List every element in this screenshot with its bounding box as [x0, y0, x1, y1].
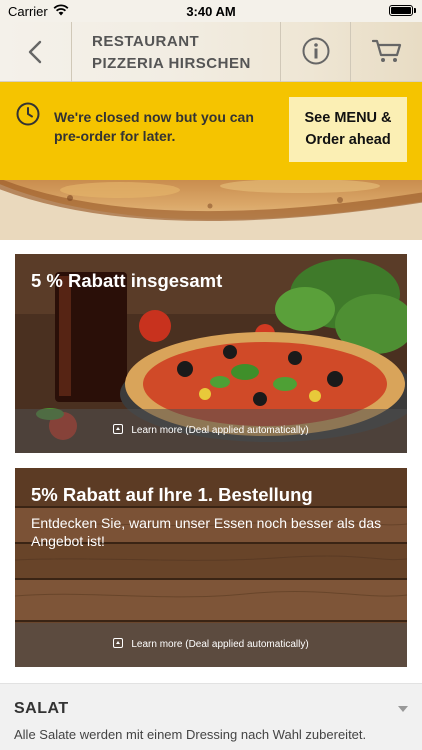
info-icon [302, 37, 330, 65]
category-description: Alle Salate werden mit einem Dressing na… [14, 727, 367, 742]
restaurant-name: RESTAURANT PIZZERIA HIRSCHEN [92, 31, 251, 75]
back-button[interactable] [0, 22, 72, 82]
cart-button[interactable] [350, 22, 422, 82]
category-salat[interactable]: SALAT Alle Salate werden mit einem Dress… [0, 683, 422, 750]
chevron-left-icon [28, 40, 42, 64]
restaurant-name-line1: RESTAURANT [92, 33, 200, 50]
deal-title: 5 % Rabatt insgesamt [31, 270, 223, 291]
clock-time: 3:40 AM [186, 4, 236, 19]
status-bar: Carrier 3:40 AM [0, 0, 422, 22]
expand-up-icon [113, 424, 124, 434]
order-button-line1: See MENU & [304, 110, 392, 126]
restaurant-name-line2: PIZZERIA HIRSCHEN [92, 55, 251, 72]
order-button-line2: Order ahead [305, 132, 391, 148]
battery-icon [389, 5, 413, 16]
learn-more-label: Learn more (Deal applied automatically) [131, 425, 309, 436]
learn-more-label: Learn more (Deal applied automatically) [131, 639, 309, 650]
learn-more-bar[interactable]: Learn more (Deal applied automatically) [15, 409, 407, 453]
deal-card[interactable]: 5 % Rabatt insgesamt Learn more (Deal ap… [15, 254, 407, 453]
cart-icon [372, 39, 402, 62]
category-title: SALAT [14, 700, 69, 717]
app-header: RESTAURANT PIZZERIA HIRSCHEN [0, 22, 422, 82]
closed-banner: We're closed now but you can pre-order f… [0, 82, 422, 180]
hero-pizza-image [0, 180, 422, 240]
deal-subtitle: Entdecken Sie, warum unser Essen noch be… [31, 515, 382, 549]
expand-up-icon [113, 638, 124, 648]
clock-icon [16, 102, 40, 126]
closed-message: We're closed now but you can pre-order f… [54, 109, 254, 144]
deal-title: 5% Rabatt auf Ihre 1. Bestellung [31, 484, 313, 505]
learn-more-bar[interactable]: Learn more (Deal applied automatically) [15, 623, 407, 667]
info-button[interactable] [280, 22, 350, 82]
pizza-crust-image [0, 180, 422, 240]
deal-card[interactable]: 5% Rabatt auf Ihre 1. Bestellung Entdeck… [15, 468, 407, 667]
see-menu-order-ahead-button[interactable]: See MENU & Order ahead [289, 97, 407, 162]
chevron-down-icon [398, 706, 408, 712]
